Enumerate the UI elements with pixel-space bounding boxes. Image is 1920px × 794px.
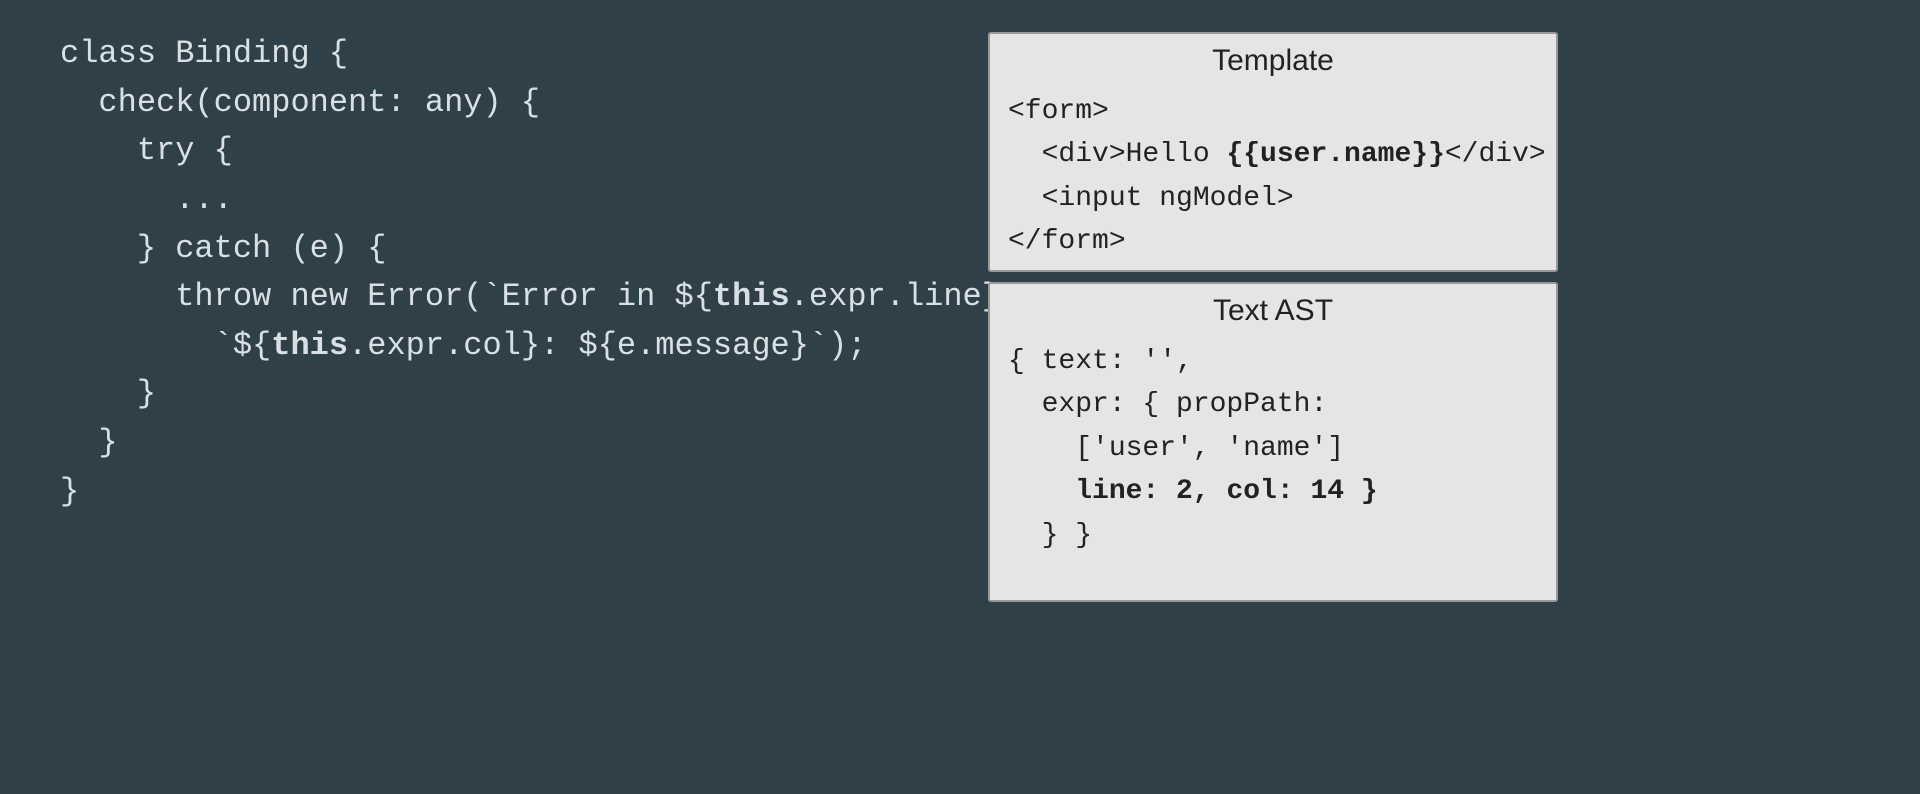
ast-line-5: } } bbox=[1008, 520, 1092, 551]
ast-line-4a bbox=[1008, 476, 1075, 507]
code-line-5: } catch (e) { bbox=[60, 230, 386, 267]
template-line-2-expr: {{user.name}} bbox=[1226, 139, 1444, 170]
ast-line-1: { text: '', bbox=[1008, 346, 1193, 377]
template-panel-body: <form> <div>Hello {{user.name}}</div> <i… bbox=[1008, 90, 1538, 264]
ast-panel-title: Text AST bbox=[1008, 294, 1538, 328]
code-block: class Binding { check(component: any) { … bbox=[60, 30, 1059, 516]
template-line-1: <form> bbox=[1008, 96, 1109, 127]
template-line-4: </form> bbox=[1008, 226, 1126, 257]
template-line-3: <input ngModel> bbox=[1008, 183, 1294, 214]
template-line-2c: </div> bbox=[1445, 139, 1546, 170]
template-line-2a: <div>Hello bbox=[1008, 139, 1226, 170]
code-line-8: } bbox=[60, 375, 156, 412]
ast-line-3: ['user', 'name'] bbox=[1008, 433, 1344, 464]
code-line-6a: throw new Error(`Error in ${ bbox=[60, 278, 713, 315]
ast-line-4-linecol: line: 2, col: 14 } bbox=[1075, 476, 1377, 507]
code-line-7-this: this bbox=[271, 327, 348, 364]
code-line-9: } bbox=[60, 424, 118, 461]
code-line-3: try { bbox=[60, 132, 233, 169]
code-line-7c: .expr.col}: ${e.message}`); bbox=[348, 327, 866, 364]
template-panel-title: Template bbox=[1008, 44, 1538, 78]
ast-line-2: expr: { propPath: bbox=[1008, 389, 1327, 420]
ast-panel: Text AST { text: '', expr: { propPath: [… bbox=[988, 282, 1558, 602]
code-line-2: check(component: any) { bbox=[60, 84, 540, 121]
code-line-4: ... bbox=[60, 181, 233, 218]
template-panel: Template <form> <div>Hello {{user.name}}… bbox=[988, 32, 1558, 272]
code-line-7a: `${ bbox=[60, 327, 271, 364]
ast-panel-body: { text: '', expr: { propPath: ['user', '… bbox=[1008, 340, 1538, 557]
code-line-1: class Binding { bbox=[60, 35, 348, 72]
code-line-10: } bbox=[60, 473, 79, 510]
code-line-6-this: this bbox=[713, 278, 790, 315]
